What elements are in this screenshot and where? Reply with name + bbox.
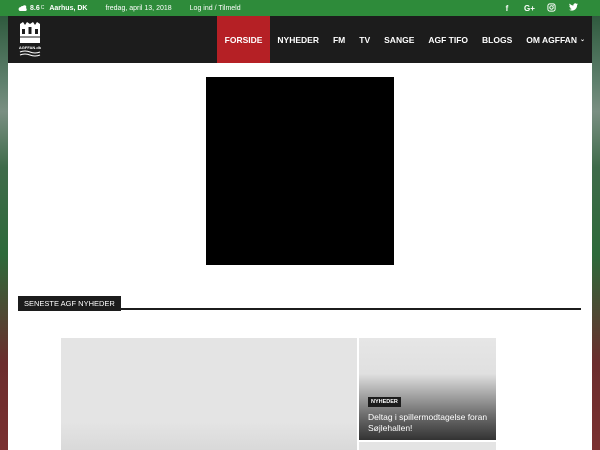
twitter-icon[interactable] [568, 3, 578, 13]
site-header: AGFFAN.dk FORSIDE NYHEDER FM TV SANGE AG… [8, 16, 592, 63]
nav-label: FM [332, 34, 346, 45]
social-links: f G+ [502, 0, 578, 16]
temperature-unit: C [40, 5, 45, 11]
category-tag[interactable]: NYHEDER [368, 397, 401, 407]
main-nav: FORSIDE NYHEDER FM TV SANGE AGF TIFO BLO… [216, 16, 592, 63]
svg-text:AGFFAN.dk: AGFFAN.dk [19, 45, 42, 50]
nav-label: AGF TIFO [428, 34, 469, 45]
nav-label: SANGE [384, 34, 415, 45]
cloud-sun-icon [18, 5, 27, 11]
background-left [0, 16, 8, 450]
section-title: SENESTE AGF NYHEDER [18, 296, 121, 311]
login-link[interactable]: Log ind / Tilmeld [190, 5, 241, 12]
nav-label: FORSIDE [224, 34, 263, 45]
google-plus-icon[interactable]: G+ [524, 4, 535, 13]
top-bar: 8.6 C Aarhus, DK fredag, april 13, 2018 … [0, 0, 600, 16]
nav-label: OM AGFFAN [526, 34, 577, 45]
nav-sange[interactable]: SANGE [377, 16, 421, 63]
background-right [592, 16, 600, 450]
current-date: fredag, april 13, 2018 [105, 4, 172, 12]
nav-label: TV [359, 34, 371, 45]
weather-widget: 8.6 C Aarhus, DK [18, 4, 87, 12]
nav-tv[interactable]: TV [352, 16, 377, 63]
nav-nyheder[interactable]: NYHEDER [270, 16, 326, 63]
featured-article-small-2[interactable] [359, 442, 496, 450]
instagram-icon[interactable] [546, 2, 556, 14]
featured-article-large[interactable] [61, 338, 357, 450]
nav-blogs[interactable]: BLOGS [475, 16, 519, 63]
location: Aarhus, DK [49, 4, 88, 12]
main-content: SENESTE AGF NYHEDER NYHEDER Deltag i spi… [8, 63, 592, 450]
nav-om-agffan[interactable]: OM AGFFAN ⌄ [519, 16, 592, 63]
temperature: 8.6 [30, 4, 40, 12]
article-title[interactable]: Deltag i spillermodtagelse foran Søjleha… [368, 412, 493, 434]
facebook-icon[interactable]: f [502, 4, 512, 13]
agffan-logo[interactable]: AGFFAN.dk [18, 21, 42, 58]
section-header: SENESTE AGF NYHEDER [18, 293, 581, 311]
nav-label: BLOGS [482, 34, 513, 45]
nav-label: NYHEDER [277, 34, 319, 45]
nav-forside[interactable]: FORSIDE [216, 16, 271, 63]
nav-fm[interactable]: FM [326, 16, 352, 63]
featured-article-small[interactable]: NYHEDER Deltag i spillermodtagelse foran… [359, 338, 496, 440]
advertisement-banner[interactable] [206, 77, 394, 265]
nav-agf-tifo[interactable]: AGF TIFO [421, 16, 475, 63]
chevron-down-icon: ⌄ [579, 37, 585, 43]
